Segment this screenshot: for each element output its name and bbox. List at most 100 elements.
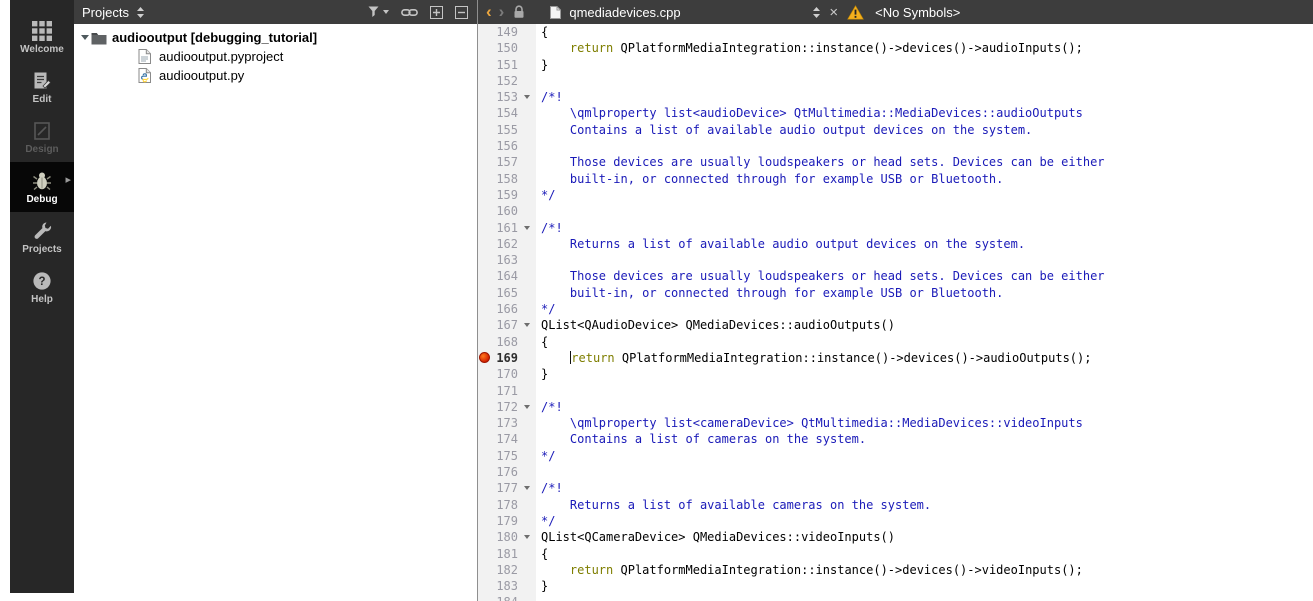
code-text[interactable]: \qmlproperty list<audioDevice> QtMultime… [536, 105, 1083, 121]
tree-item[interactable]: audiooutput.py [74, 66, 477, 85]
line-number[interactable]: 156 [492, 138, 518, 154]
breakpoint-icon[interactable] [479, 352, 490, 363]
line-number[interactable]: 171 [492, 383, 518, 399]
breakpoint-margin[interactable] [478, 57, 492, 73]
line-number[interactable]: 172 [492, 399, 518, 415]
line-number[interactable]: 151 [492, 57, 518, 73]
line-number[interactable]: 175 [492, 448, 518, 464]
line-number[interactable]: 176 [492, 464, 518, 480]
line-number[interactable]: 165 [492, 285, 518, 301]
breakpoint-margin[interactable] [478, 431, 492, 447]
breakpoint-margin[interactable] [478, 578, 492, 594]
code-text[interactable]: return QPlatformMediaIntegration::instan… [536, 350, 1091, 366]
code-editor[interactable]: 149 {150 return QPlatformMediaIntegration… [478, 24, 1313, 601]
line-number[interactable]: 157 [492, 154, 518, 170]
code-text[interactable]: { [536, 546, 548, 562]
code-text[interactable]: Contains a list of available audio outpu… [536, 122, 1032, 138]
line-number[interactable]: 166 [492, 301, 518, 317]
breakpoint-margin[interactable] [478, 562, 492, 578]
nav-forward-icon[interactable]: › [499, 3, 505, 20]
code-text[interactable]: /*! [536, 89, 563, 105]
code-text[interactable]: Contains a list of cameras on the system… [536, 431, 866, 447]
breakpoint-margin[interactable] [478, 40, 492, 56]
breakpoint-margin[interactable] [478, 513, 492, 529]
line-number[interactable]: 164 [492, 268, 518, 284]
code-text[interactable]: */ [536, 448, 555, 464]
breakpoint-margin[interactable] [478, 252, 492, 268]
split-panel-icon[interactable] [428, 6, 445, 19]
line-number[interactable]: 170 [492, 366, 518, 382]
line-number[interactable]: 168 [492, 334, 518, 350]
code-text[interactable]: \qmlproperty list<cameraDevice> QtMultim… [536, 415, 1083, 431]
line-number[interactable]: 149 [492, 24, 518, 40]
projects-panel-title[interactable]: Projects [82, 5, 129, 20]
line-number[interactable]: 155 [492, 122, 518, 138]
code-text[interactable]: */ [536, 513, 555, 529]
line-number[interactable]: 153 [492, 89, 518, 105]
code-text[interactable]: Those devices are usually loudspeakers o… [536, 268, 1105, 284]
breakpoint-margin[interactable] [478, 546, 492, 562]
breakpoint-margin[interactable] [478, 480, 492, 496]
code-text[interactable]: } [536, 578, 548, 594]
line-number[interactable]: 178 [492, 497, 518, 513]
link-editor-icon[interactable] [399, 7, 420, 18]
tree-expand-arrow-icon[interactable] [78, 35, 91, 40]
fold-marker[interactable] [518, 220, 536, 236]
code-text[interactable]: } [536, 366, 548, 382]
code-text[interactable]: /*! [536, 399, 563, 415]
line-number[interactable]: 163 [492, 252, 518, 268]
breakpoint-margin[interactable] [478, 171, 492, 187]
code-text[interactable]: { [536, 24, 548, 40]
code-text[interactable]: built-in, or connected through for examp… [536, 285, 1003, 301]
breakpoint-margin[interactable] [478, 464, 492, 480]
code-text[interactable]: { [536, 334, 548, 350]
breakpoint-margin[interactable] [478, 366, 492, 382]
breakpoint-margin[interactable] [478, 236, 492, 252]
line-number[interactable]: 158 [492, 171, 518, 187]
code-text[interactable]: } [536, 57, 548, 73]
breakpoint-margin[interactable] [478, 187, 492, 203]
code-text[interactable]: return QPlatformMediaIntegration::instan… [536, 562, 1083, 578]
line-number[interactable]: 159 [492, 187, 518, 203]
breakpoint-margin[interactable] [478, 203, 492, 219]
code-text[interactable]: /*! [536, 480, 563, 496]
breakpoint-margin[interactable] [478, 529, 492, 545]
panel-updown-arrows-icon[interactable] [137, 7, 144, 18]
tree-item[interactable]: audiooutput.pyproject [74, 47, 477, 66]
line-number[interactable]: 174 [492, 431, 518, 447]
line-number[interactable]: 167 [492, 317, 518, 333]
open-document-selector[interactable]: qmediadevices.cpp [548, 5, 820, 20]
line-number[interactable]: 162 [492, 236, 518, 252]
line-number[interactable]: 177 [492, 480, 518, 496]
code-text[interactable]: return QPlatformMediaIntegration::instan… [536, 40, 1083, 56]
line-number[interactable]: 184 [492, 594, 518, 601]
fold-marker[interactable] [518, 89, 536, 105]
code-text[interactable]: QList<QAudioDevice> QMediaDevices::audio… [536, 317, 895, 333]
breakpoint-margin[interactable] [478, 268, 492, 284]
symbol-selector[interactable]: <No Symbols> [875, 5, 960, 20]
code-text[interactable]: built-in, or connected through for examp… [536, 171, 1003, 187]
tree-item[interactable]: audiooutput [debugging_tutorial] [74, 28, 477, 47]
line-number[interactable]: 161 [492, 220, 518, 236]
line-number[interactable]: 150 [492, 40, 518, 56]
breakpoint-margin[interactable] [478, 138, 492, 154]
breakpoint-margin[interactable] [478, 594, 492, 601]
sidebar-item-welcome[interactable]: Welcome [10, 12, 74, 62]
line-number[interactable]: 154 [492, 105, 518, 121]
breakpoint-margin[interactable] [478, 350, 492, 366]
code-text[interactable]: Those devices are usually loudspeakers o… [536, 154, 1105, 170]
sidebar-item-debug[interactable]: Debug▸ [10, 162, 74, 212]
close-panel-icon[interactable] [453, 6, 470, 19]
code-text[interactable]: */ [536, 301, 555, 317]
line-number[interactable]: 183 [492, 578, 518, 594]
close-document-button[interactable]: × [829, 5, 838, 20]
line-number[interactable]: 182 [492, 562, 518, 578]
code-text[interactable]: Returns a list of available audio output… [536, 236, 1025, 252]
breakpoint-margin[interactable] [478, 122, 492, 138]
breakpoint-margin[interactable] [478, 285, 492, 301]
nav-back-icon[interactable]: ‹ [486, 3, 492, 20]
breakpoint-margin[interactable] [478, 448, 492, 464]
breakpoint-margin[interactable] [478, 24, 492, 40]
code-text[interactable]: */ [536, 187, 555, 203]
breakpoint-margin[interactable] [478, 89, 492, 105]
